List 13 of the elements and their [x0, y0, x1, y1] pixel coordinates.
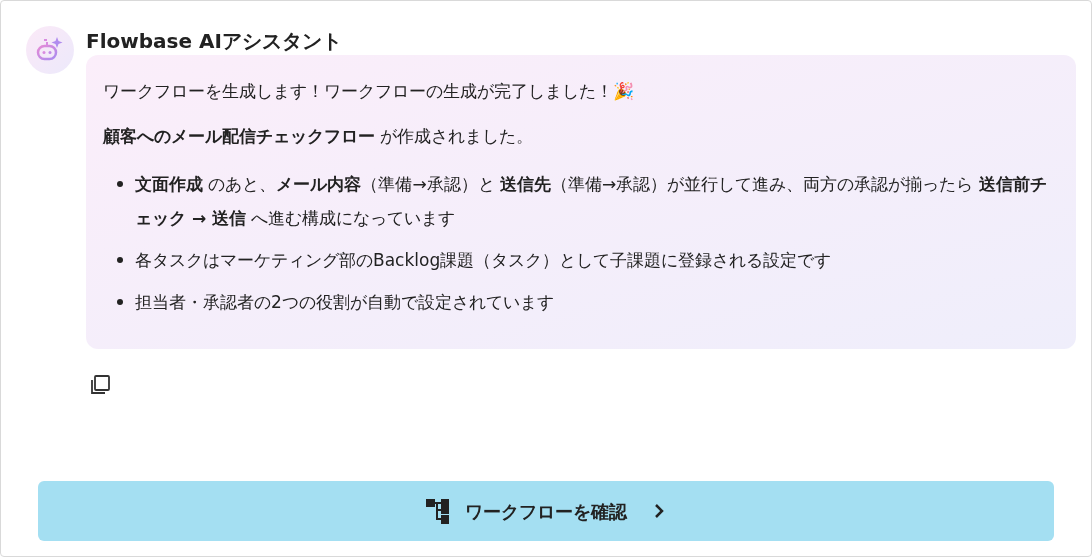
- bullet-icon: [117, 299, 123, 305]
- copy-button[interactable]: [88, 373, 112, 397]
- assistant-name: Flowbase AIアシスタント: [86, 28, 343, 55]
- message-text: ワークフローを生成します！ワークフローの生成が完了しました！🎉: [103, 80, 635, 103]
- list-item-text: 担当者・承認者の2つの役割が自動で設定されています: [135, 291, 554, 314]
- robot-avatar-icon: [26, 26, 74, 74]
- bullet-icon: [117, 257, 123, 263]
- copy-icon: [89, 374, 111, 396]
- list-item-text: 文面作成 のあと、メール内容（準備→承認）と 送信先（準備→承認）が並行して進み、両方の承認が揃ったら 送信前チェック → 送信 へ進む構成になっています: [135, 173, 1048, 230]
- view-workflow-button[interactable]: ワークフローを確認: [38, 481, 1054, 541]
- list-item-text: 各タスクはマーケティング部のBacklog課題（タスク）として子課題に登録される設定です: [135, 249, 832, 272]
- bullet-icon: [117, 181, 123, 187]
- message-text: 顧客へのメール配信チェックフロー が作成されました。: [103, 125, 535, 148]
